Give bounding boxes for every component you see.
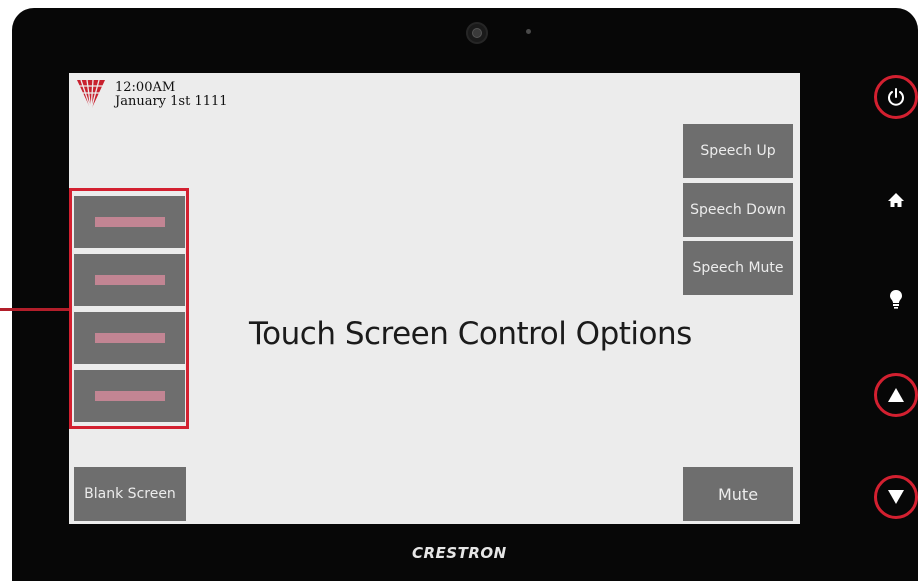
page-title: Touch Screen Control Options bbox=[249, 316, 692, 352]
source-button-4[interactable] bbox=[74, 370, 185, 422]
lightbulb-icon bbox=[890, 290, 902, 309]
source-button-2[interactable] bbox=[74, 254, 185, 306]
source-button-1[interactable] bbox=[74, 196, 185, 248]
placeholder-bar bbox=[94, 217, 165, 227]
speech-down-button[interactable]: Speech Down bbox=[683, 183, 793, 237]
logo-icon bbox=[77, 79, 105, 111]
brand-logo: CRESTRON bbox=[412, 544, 507, 562]
placeholder-bar bbox=[94, 275, 165, 285]
power-icon bbox=[888, 88, 904, 106]
speech-mute-button[interactable]: Speech Mute bbox=[683, 241, 793, 295]
light-sensor bbox=[526, 29, 531, 34]
blank-screen-button[interactable]: Blank Screen bbox=[74, 467, 186, 521]
clock-time: 12:00AM bbox=[115, 80, 176, 95]
up-arrow-icon bbox=[888, 388, 904, 402]
home-icon bbox=[888, 193, 904, 207]
volume-down-button[interactable] bbox=[873, 474, 919, 520]
placeholder-bar bbox=[94, 333, 165, 343]
home-button[interactable] bbox=[878, 185, 914, 215]
volume-up-button[interactable] bbox=[873, 372, 919, 418]
down-arrow-icon bbox=[888, 490, 904, 504]
callout-line bbox=[0, 308, 72, 311]
source-button-3[interactable] bbox=[74, 312, 185, 364]
mute-button[interactable]: Mute bbox=[683, 467, 793, 521]
touch-screen: 12:00AM January 1st 1111 Speech Up Speec… bbox=[69, 73, 800, 524]
placeholder-bar bbox=[94, 391, 165, 401]
power-button[interactable] bbox=[873, 74, 919, 120]
speech-up-button[interactable]: Speech Up bbox=[683, 124, 793, 178]
lights-button[interactable] bbox=[878, 282, 914, 316]
clock-date: January 1st 1111 bbox=[115, 94, 228, 109]
camera-icon bbox=[466, 22, 488, 44]
